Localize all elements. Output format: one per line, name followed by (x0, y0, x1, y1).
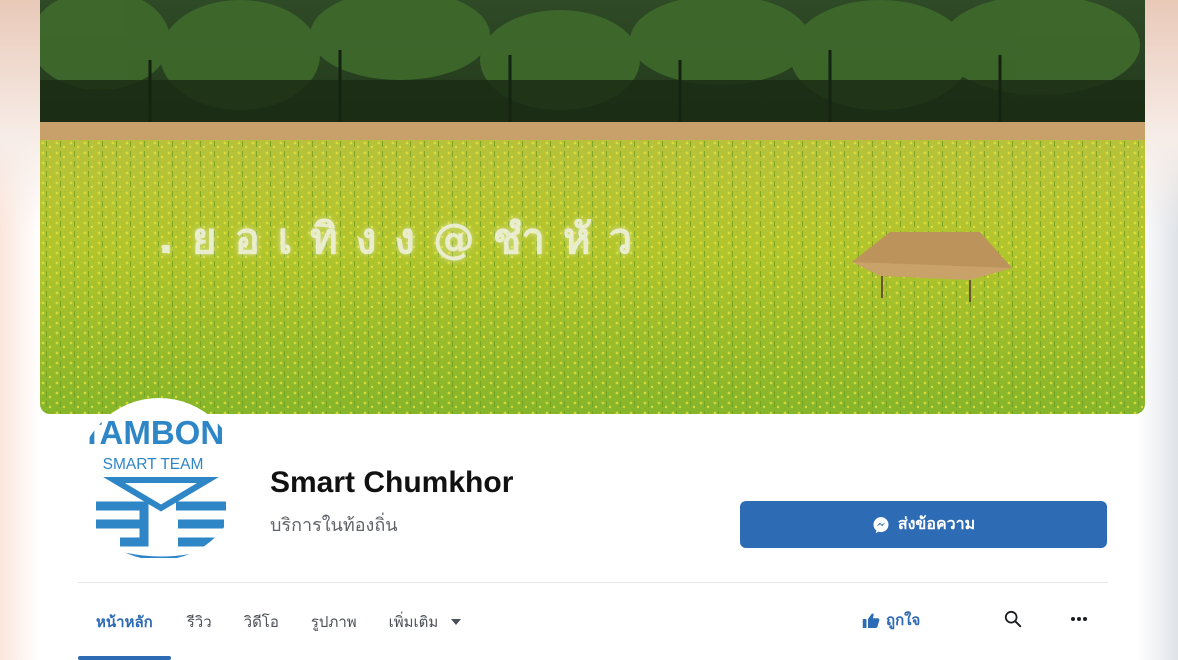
like-button[interactable]: ถูกใจ (862, 608, 920, 632)
tab-videos-label: วิดีโอ (243, 613, 279, 631)
more-options-icon (1071, 617, 1087, 621)
header-divider (78, 582, 1108, 583)
cover-photo[interactable]: .ยอเทิงง@ชำหัว (40, 0, 1145, 414)
tab-videos[interactable]: วิดีโอ (228, 598, 295, 648)
tab-photos[interactable]: รูปภาพ (295, 598, 373, 648)
logo-subtitle-text: SMART TEAM (102, 456, 204, 473)
messenger-icon (873, 516, 889, 533)
send-message-button[interactable]: ส่งข้อความ (740, 501, 1107, 548)
send-message-label: ส่งข้อความ (897, 514, 976, 533)
tab-photos-label: รูปภาพ (310, 613, 357, 631)
page-category: บริการในท้องถิ่น (270, 515, 398, 536)
tambon-logo-icon (96, 477, 226, 558)
like-label: ถูกใจ (886, 611, 921, 629)
page-tabs: หน้าหลัก รีวิว วิดีโอ รูปภาพ เพิ่มเติม (78, 598, 477, 660)
profile-avatar[interactable]: TAMBON SMART TEAM (78, 398, 240, 560)
search-icon (1004, 610, 1022, 628)
cover-overlay-text: .ยอเทิงง@ชำหัว (158, 214, 651, 263)
more-options-button[interactable] (1062, 604, 1096, 634)
logo-title-text: TAMBON (81, 414, 225, 451)
page-title: Smart Chumkhor (270, 466, 514, 499)
tab-home[interactable]: หน้าหลัก (78, 598, 171, 660)
tab-more[interactable]: เพิ่มเติม (373, 598, 477, 648)
tab-reviews[interactable]: รีวิว (171, 598, 228, 648)
tab-home-label: หน้าหลัก (96, 613, 153, 631)
tab-reviews-label: รีวิว (186, 613, 212, 631)
search-button[interactable] (996, 604, 1030, 634)
thumbs-up-icon (862, 612, 880, 628)
tab-more-label: เพิ่มเติม (388, 613, 439, 631)
caret-down-icon (451, 619, 462, 625)
